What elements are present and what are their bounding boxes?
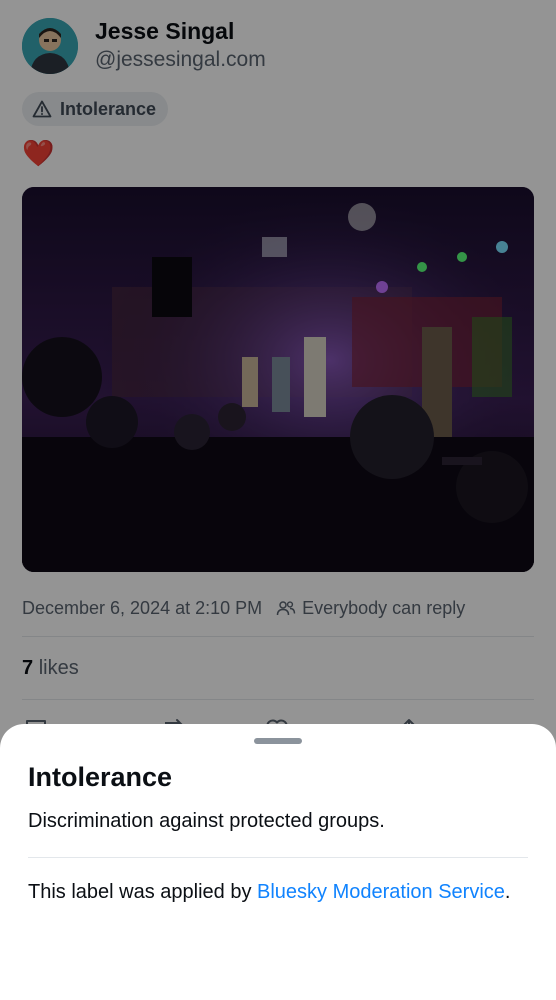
label-description: Discrimination against protected groups. [28, 810, 385, 832]
sheet-title: Intolerance [28, 762, 173, 792]
moderation-service-link[interactable]: Bluesky Moderation Service [257, 881, 505, 903]
sheet-divider [28, 857, 528, 858]
sheet-drag-handle[interactable] [254, 738, 302, 744]
label-info-sheet: Intolerance Discrimination against prote… [0, 724, 556, 1000]
screen: Jesse Singal @jessesingal.com Intoleranc… [0, 0, 556, 1000]
label-source: This label was applied by Bluesky Modera… [28, 879, 528, 905]
label-source-suffix: . [504, 881, 511, 903]
label-source-prefix: This label was applied by [28, 881, 258, 903]
